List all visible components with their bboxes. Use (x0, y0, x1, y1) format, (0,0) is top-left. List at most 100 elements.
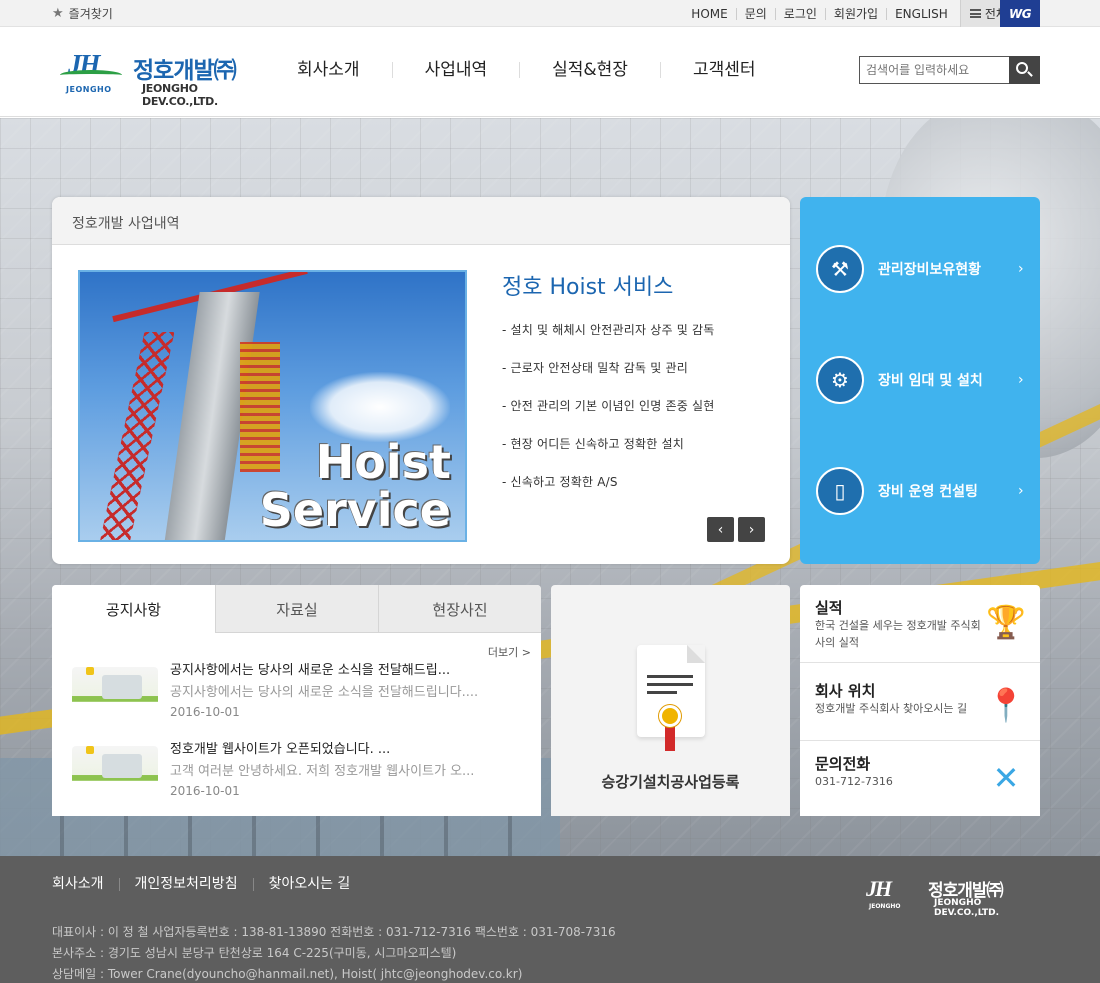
feature-item: - 설치 및 해체시 안전관리자 상주 및 감독 (502, 323, 715, 337)
post-summary: 고객 여러분 안녕하세요. 저희 정호개발 웹사이트가 오... (170, 764, 475, 779)
chevron-right-icon: › (1018, 483, 1024, 499)
feature-item: - 신속하고 정확한 A/S (502, 475, 618, 489)
info-subtitle: 정호개발 주식회사 찾아오시는 길 (815, 702, 968, 715)
next-slide-button[interactable]: › (738, 517, 765, 542)
hamburger-icon (969, 9, 981, 18)
info-list: 실적 한국 건설을 세우는 정호개발 주식회사의 실적 🏆 회사 위치 정호개발… (800, 585, 1040, 816)
logo-mark: JH JEONGHO (60, 49, 122, 97)
info-item-performance[interactable]: 실적 한국 건설을 세우는 정호개발 주식회사의 실적 🏆 (800, 585, 1040, 663)
info-subtitle: 031-712-7316 (815, 775, 893, 788)
search-input[interactable] (859, 56, 1009, 84)
logo-english: JEONGHO DEV.CO.,LTD. (142, 82, 218, 108)
star-icon: ★ (52, 6, 64, 21)
quick-item-rental-installation[interactable]: ⚙ 장비 임대 및 설치 › (800, 325, 1040, 435)
notice-board: 공지사항 자료실 현장사진 더보기 > 공지사항에서는 당사의 새로운 소식을 … (52, 585, 541, 816)
business-heading: 정호개발 사업내역 (52, 197, 790, 245)
footer-info-line: 대표이사 : 이 정 철 사업자등록번호 : 138-81-13890 전화번호… (52, 925, 616, 939)
doc-seal (659, 705, 681, 727)
post-date: 2016-10-01 (170, 705, 240, 719)
home-link[interactable]: HOME (683, 8, 735, 20)
post-title[interactable]: 공지사항에서는 당사의 새로운 소식을 전달해드립... (170, 659, 450, 678)
inquiry-link[interactable]: 문의 (735, 7, 775, 20)
cloud-graphic (310, 372, 450, 442)
doc-line (647, 691, 677, 694)
post-thumbnail (72, 667, 158, 715)
tab-site-photos[interactable]: 현장사진 (378, 585, 541, 633)
registration-label: 승강기설치공사업등록 (601, 773, 740, 791)
chevron-right-icon: › (1018, 261, 1024, 277)
footer-link-company[interactable]: 회사소개 (52, 877, 119, 891)
signup-link[interactable]: 회원가입 (824, 7, 886, 20)
gear-icon: ⚙ (816, 356, 864, 404)
tab-notice[interactable]: 공지사항 (52, 585, 215, 633)
more-link[interactable]: 더보기 > (488, 644, 531, 660)
wg-badge[interactable]: WG (1000, 0, 1040, 27)
quick-item-equipment-status[interactable]: ⚒ 관리장비보유현황 › (800, 214, 1040, 324)
logo-swoosh (60, 70, 122, 80)
info-title: 회사 위치 (815, 682, 876, 700)
doc-line (647, 675, 693, 678)
search-button[interactable] (1009, 56, 1040, 84)
footer-logo-english: JEONGHO DEV.CO.,LTD. (934, 898, 1000, 918)
top-utility-bar: ★ 즐겨찾기 HOME 문의 로그인 회원가입 ENGLISH 전체메뉴 (0, 0, 1100, 27)
quick-item-label: 관리장비보유현황 (878, 262, 982, 278)
logo-mark-sub: JEONGHO (66, 85, 112, 94)
footer-company-info: 대표이사 : 이 정 철 사업자등록번호 : 138-81-13890 전화번호… (52, 922, 616, 983)
site-footer: 회사소개 개인정보처리방침 찾아오시는 길 대표이사 : 이 정 철 사업자등록… (0, 856, 1100, 983)
crane-lattice-graphic (95, 332, 175, 540)
footer-logo: JH JEONGHO 정호개발㈜ JEONGHO DEV.CO.,LTD. (866, 876, 1041, 918)
quick-item-label: 장비 운영 컨설팅 (878, 484, 978, 500)
footer-link-privacy[interactable]: 개인정보처리방침 (118, 877, 253, 891)
registration-card[interactable]: 승강기설치공사업등록 (551, 585, 790, 816)
info-title: 실적 (815, 599, 843, 617)
feature-item: - 안전 관리의 기본 이념인 인명 존중 실현 (502, 399, 715, 413)
search-icon (1016, 62, 1028, 74)
quick-item-label: 장비 임대 및 설치 (878, 373, 983, 389)
site-header: JH JEONGHO 정호개발㈜ JEONGHO DEV.CO.,LTD. 회사… (0, 27, 1100, 117)
business-panel: 정호개발 사업내역 Hoist Service 정호 Hoist 서비스 - 설… (52, 197, 790, 564)
footer-link-directions[interactable]: 찾아오시는 길 (252, 877, 366, 891)
post-summary: 공지사항에서는 당사의 새로운 소식을 전달해드립니다.... (170, 685, 479, 700)
info-item-phone[interactable]: 문의전화 031-712-7316 ✕ (800, 741, 1040, 816)
main-nav: 회사소개 사업내역 실적&현장 고객센터 (265, 62, 788, 79)
doc-fold (687, 645, 705, 663)
quick-item-consulting[interactable]: ▯ 장비 운영 컨설팅 › (800, 436, 1040, 546)
doc-line (647, 683, 693, 686)
favorites-link[interactable]: ★ 즐겨찾기 (52, 5, 113, 22)
info-subtitle: 한국 건설을 세우는 정호개발 주식회사의 실적 (815, 619, 981, 649)
trophy-icon: 🏆 (986, 603, 1026, 641)
quick-menu-panel: ⚒ 관리장비보유현황 › ⚙ 장비 임대 및 설치 › ▯ 장비 운영 컨설팅 … (800, 197, 1040, 564)
post-date: 2016-10-01 (170, 784, 240, 798)
business-title: 정호 Hoist 서비스 (502, 275, 674, 300)
nav-customer-center[interactable]: 고객센터 (659, 62, 788, 79)
feature-item: - 근로자 안전상태 밀착 감독 및 관리 (502, 361, 688, 375)
utility-links: HOME 문의 로그인 회원가입 ENGLISH 전체메뉴 (683, 0, 1038, 27)
crane-icon: ⚒ (816, 245, 864, 293)
english-link[interactable]: ENGLISH (886, 7, 956, 20)
nav-business[interactable]: 사업내역 (391, 62, 520, 79)
site-logo[interactable]: JH JEONGHO 정호개발㈜ JEONGHO DEV.CO.,LTD. (60, 49, 275, 108)
tablet-icon: ▯ (816, 467, 864, 515)
certificate-icon (637, 645, 705, 751)
footer-info-line: 본사주소 : 경기도 성남시 분당구 탄천상로 164 C-225(구미동, 시… (52, 946, 457, 960)
login-link[interactable]: 로그인 (774, 7, 825, 20)
list-item[interactable]: 공지사항에서는 당사의 새로운 소식을 전달해드립... 공지사항에서는 당사의… (72, 659, 532, 729)
tab-archive[interactable]: 자료실 (215, 585, 378, 633)
photo-caption-line2: Service (259, 483, 451, 537)
chevron-right-icon: › (1018, 372, 1024, 388)
list-item[interactable]: 정호개발 웹사이트가 오픈되었습니다. ... 고객 여러분 안녕하세요. 저희… (72, 738, 532, 808)
prev-slide-button[interactable]: ‹ (707, 517, 734, 542)
tools-icon: ✕ (992, 759, 1020, 797)
photo-caption: Hoist Service (260, 438, 451, 534)
footer-info-line: 상담메일 : Tower Crane(dyouncho@hanmail.net)… (52, 967, 523, 981)
map-pin-icon: 📍 (986, 686, 1026, 724)
post-title[interactable]: 정호개발 웹사이트가 오픈되었습니다. ... (170, 738, 390, 757)
search-box (859, 56, 1040, 84)
feature-item: - 현장 어디든 신속하고 정확한 설치 (502, 437, 684, 451)
info-title: 문의전화 (815, 755, 871, 773)
nav-company[interactable]: 회사소개 (265, 62, 392, 79)
logo-korean: 정호개발㈜ (133, 58, 237, 84)
nav-projects[interactable]: 실적&현장 (519, 62, 660, 79)
info-item-location[interactable]: 회사 위치 정호개발 주식회사 찾아오시는 길 📍 (800, 668, 1040, 741)
hoist-photo[interactable]: Hoist Service (78, 270, 467, 542)
